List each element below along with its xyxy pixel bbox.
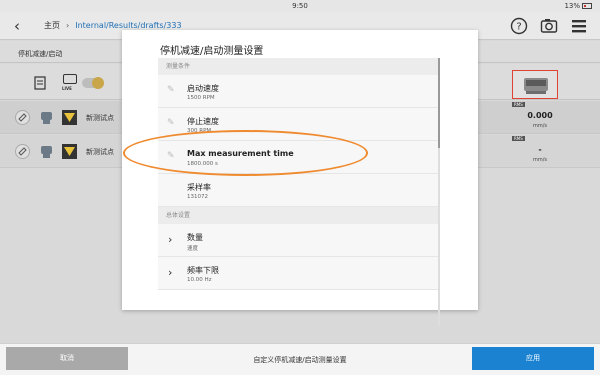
setting-sample-rate[interactable]: 采样率 131072 [158, 174, 440, 207]
footer-bar: 取消 自定义停机减速/启动测量设置 应用 [0, 343, 600, 375]
setting-value: 10.00 Hz [187, 277, 212, 283]
page-subtitle: 停机减速/启动 [18, 50, 63, 58]
breadcrumb-path[interactable]: Internal/Results/drafts/333 [75, 21, 181, 30]
dialog-title: 停机减速/启动测量设置 [160, 46, 264, 57]
device-icon [524, 78, 548, 94]
sensor-icon [41, 146, 52, 158]
rms-badge: RMS [512, 102, 525, 107]
setting-max-measurement-time[interactable]: ✎ Max measurement time 1800.000 s [158, 141, 440, 174]
row-value: 0.000 [527, 111, 553, 120]
setting-label: 数量 [187, 233, 203, 242]
setting-label: 启动速度 [187, 84, 219, 93]
setting-value: 131072 [187, 194, 208, 200]
document-icon[interactable] [34, 76, 46, 90]
chevron-right-icon: › [168, 266, 173, 279]
back-icon[interactable]: ‹ [8, 17, 26, 35]
setting-start-speed[interactable]: ✎ 启动速度 1500 RPM [158, 75, 440, 108]
battery-indicator: 13% [564, 2, 592, 10]
setting-value: 300 RPM [187, 128, 212, 134]
apply-button[interactable]: 应用 [472, 347, 594, 370]
row-label: 新测试点 [86, 114, 114, 122]
row-value: - [538, 145, 542, 154]
battery-level: 13% [564, 2, 580, 10]
status-bar: 9:50 13% [0, 0, 600, 12]
section-header-measurement: 测量条件 [158, 58, 440, 75]
breadcrumb-home[interactable]: 主页 [44, 21, 60, 30]
setting-label: Max measurement time [187, 149, 294, 158]
edit-pencil-icon: ✎ [167, 85, 175, 95]
setting-label: 频率下限 [187, 266, 219, 275]
setting-label: 采样率 [187, 183, 211, 192]
setting-value: 速度 [187, 246, 199, 252]
link-icon [15, 144, 30, 159]
svg-text:?: ? [516, 22, 521, 33]
setting-value: 1800.000 s [187, 161, 218, 167]
scrollbar-thumb[interactable] [438, 58, 440, 148]
setting-stop-speed[interactable]: ✎ 停止速度 300 RPM [158, 108, 440, 141]
chevron-right-icon: › [168, 233, 173, 246]
device-selector[interactable] [512, 70, 558, 99]
toggle-knob [92, 77, 104, 89]
setting-low-frequency[interactable]: › 频率下限 10.00 Hz [158, 257, 440, 290]
setting-quantity[interactable]: › 数量 速度 [158, 224, 440, 257]
edit-pencil-icon: ✎ [167, 118, 175, 128]
warning-triangle-icon [62, 144, 77, 159]
section-header-general: 总体设置 [158, 207, 440, 224]
edit-pencil-icon: ✎ [167, 151, 175, 161]
help-icon[interactable]: ? [510, 17, 528, 35]
settings-dialog: 停机减速/启动测量设置 测量条件 ✎ 启动速度 1500 RPM ✎ 停止速度 … [122, 30, 478, 326]
row-label: 新测试点 [86, 148, 114, 156]
setting-value: 1500 RPM [187, 95, 215, 101]
live-label: LIVE [62, 86, 72, 91]
battery-icon [582, 3, 592, 9]
menu-icon[interactable] [570, 17, 588, 35]
breadcrumb-separator: › [66, 21, 70, 30]
live-monitor-icon[interactable] [63, 74, 77, 84]
sensor-icon [41, 112, 52, 124]
rms-badge: RMS [512, 136, 525, 141]
status-time: 9:50 [292, 2, 308, 10]
warning-triangle-icon [62, 110, 77, 125]
setting-label: 停止速度 [187, 117, 219, 126]
link-icon [15, 110, 30, 125]
live-toggle[interactable] [82, 77, 104, 89]
row-unit: mm/s [532, 157, 548, 163]
settings-list[interactable]: 测量条件 ✎ 启动速度 1500 RPM ✎ 停止速度 300 RPM ✎ Ma… [158, 58, 440, 326]
row-unit: mm/s [532, 123, 548, 129]
camera-settings-icon[interactable] [540, 17, 558, 35]
